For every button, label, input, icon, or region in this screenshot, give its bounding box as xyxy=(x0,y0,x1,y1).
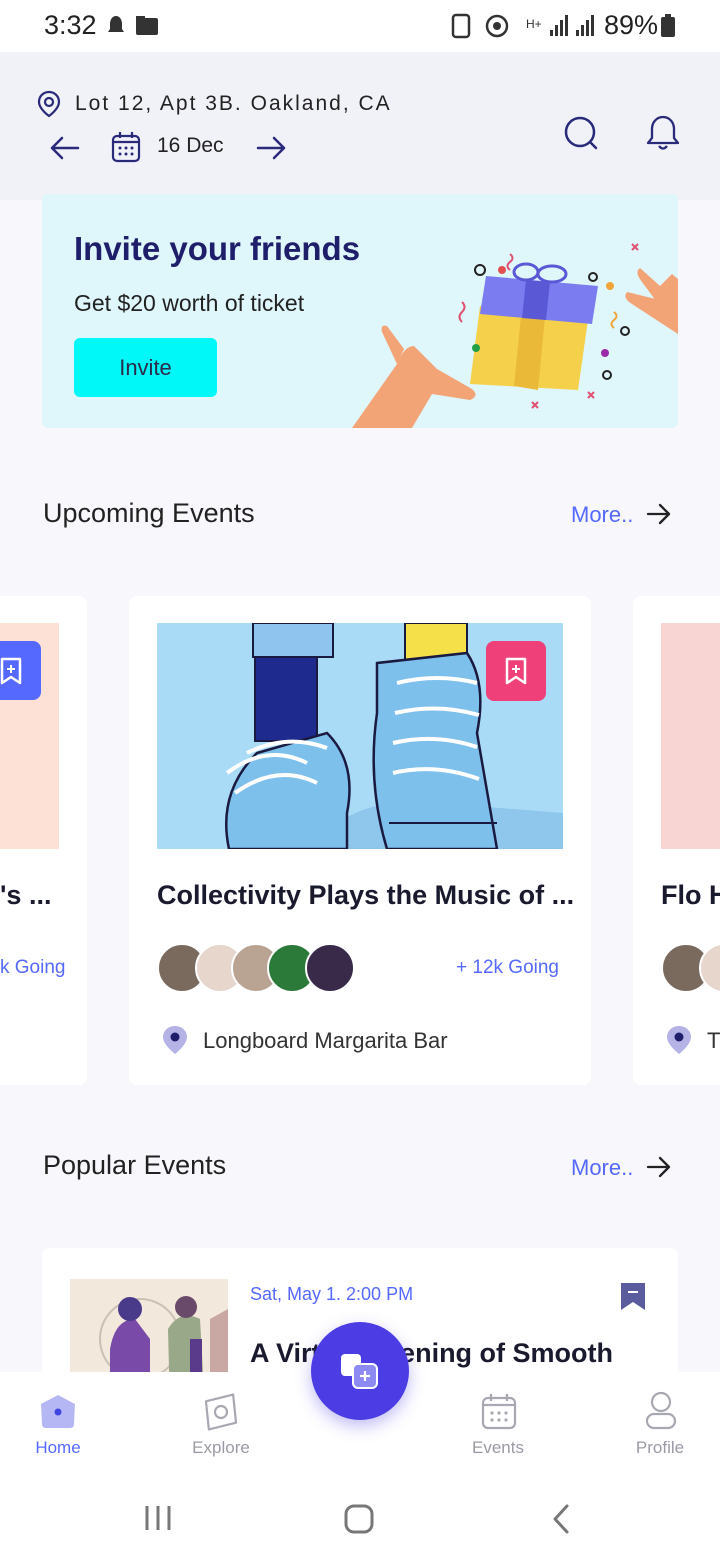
location-address[interactable]: Lot 12, Apt 3B. Oakland, CA xyxy=(75,92,392,116)
status-time: 3:32 xyxy=(44,10,97,40)
calendar-icon[interactable] xyxy=(110,130,142,164)
event-card-main-venue: Longboard Margarita Bar xyxy=(203,1028,448,1053)
status-signal-icons: H+ xyxy=(451,13,594,39)
popular-more-arrow-icon[interactable] xyxy=(646,1156,672,1178)
event-card-left-going: k Going xyxy=(0,957,66,978)
explore-icon[interactable] xyxy=(199,1392,243,1432)
nav-home-label[interactable]: Home xyxy=(0,1438,118,1458)
popular-more-link[interactable]: More.. xyxy=(571,1155,633,1181)
gift-illustration xyxy=(352,243,678,428)
battery-percent: 89% xyxy=(603,10,658,40)
event-card-left-title: 's ... xyxy=(0,880,52,910)
status-bar: 3:32 H+ 89% xyxy=(0,0,720,52)
event-card-right-image xyxy=(661,623,720,849)
invite-button[interactable]: Invite xyxy=(74,338,217,397)
upcoming-more-arrow-icon[interactable] xyxy=(646,503,672,525)
bookmark-icon xyxy=(0,657,22,685)
bookmark-icon xyxy=(505,657,527,685)
event-card-left[interactable]: 's ... k Going xyxy=(0,596,87,1085)
upcoming-more-link[interactable]: More.. xyxy=(571,502,633,528)
nav-events-label[interactable]: Events xyxy=(438,1438,558,1458)
invite-banner: Invite your friends Get $20 worth of tic… xyxy=(42,194,678,428)
location-header: Lot 12, Apt 3B. Oakland, CA 16 Dec xyxy=(0,52,720,200)
battery-icon xyxy=(661,14,675,37)
events-icon[interactable] xyxy=(480,1392,518,1432)
system-nav-bar xyxy=(0,1470,720,1560)
recent-apps-icon[interactable] xyxy=(144,1504,172,1532)
location-pin-icon xyxy=(37,90,61,118)
prev-date-arrow-icon[interactable] xyxy=(48,136,82,160)
home-system-icon[interactable] xyxy=(343,1503,375,1535)
attendee-avatar xyxy=(305,943,355,993)
selected-date[interactable]: 16 Dec xyxy=(157,134,224,158)
event-card-main-title: Collectivity Plays the Music of ... xyxy=(157,880,575,910)
bookmark-button-left[interactable] xyxy=(0,641,41,700)
venue-pin-icon xyxy=(163,1026,187,1054)
invite-title: Invite your friends xyxy=(74,230,361,267)
bookmark-icon[interactable] xyxy=(618,1280,648,1312)
add-event-fab[interactable] xyxy=(311,1322,409,1420)
venue-pin-icon xyxy=(667,1026,691,1054)
invite-subtitle: Get $20 worth of ticket xyxy=(74,290,305,316)
event-card-right[interactable]: Flo H T xyxy=(633,596,720,1085)
bell-icon[interactable] xyxy=(646,114,680,152)
svg-text:H+: H+ xyxy=(526,17,542,31)
popular-events-title: Popular Events xyxy=(43,1150,227,1180)
bookmark-button-main[interactable] xyxy=(486,641,546,701)
profile-icon[interactable] xyxy=(644,1390,678,1432)
event-card-right-venue: T xyxy=(707,1028,720,1053)
notification-icons xyxy=(108,16,158,35)
popular-event-title: A Virtual Evening of Smooth xyxy=(250,1338,614,1368)
event-card-right-title: Flo H xyxy=(661,880,720,910)
event-card-main-going: + 12k Going xyxy=(456,957,559,978)
home-icon[interactable] xyxy=(38,1392,78,1432)
search-icon[interactable] xyxy=(563,115,601,153)
back-icon[interactable] xyxy=(550,1503,572,1535)
nav-profile-label[interactable]: Profile xyxy=(600,1438,720,1458)
add-event-icon xyxy=(341,1354,378,1389)
nav-explore-label[interactable]: Explore xyxy=(161,1438,281,1458)
event-card-main[interactable]: Collectivity Plays the Music of ... + 12… xyxy=(129,596,591,1085)
popular-event-date: Sat, May 1. 2:00 PM xyxy=(250,1284,414,1304)
upcoming-events-title: Upcoming Events xyxy=(43,498,255,528)
next-date-arrow-icon[interactable] xyxy=(254,136,288,160)
